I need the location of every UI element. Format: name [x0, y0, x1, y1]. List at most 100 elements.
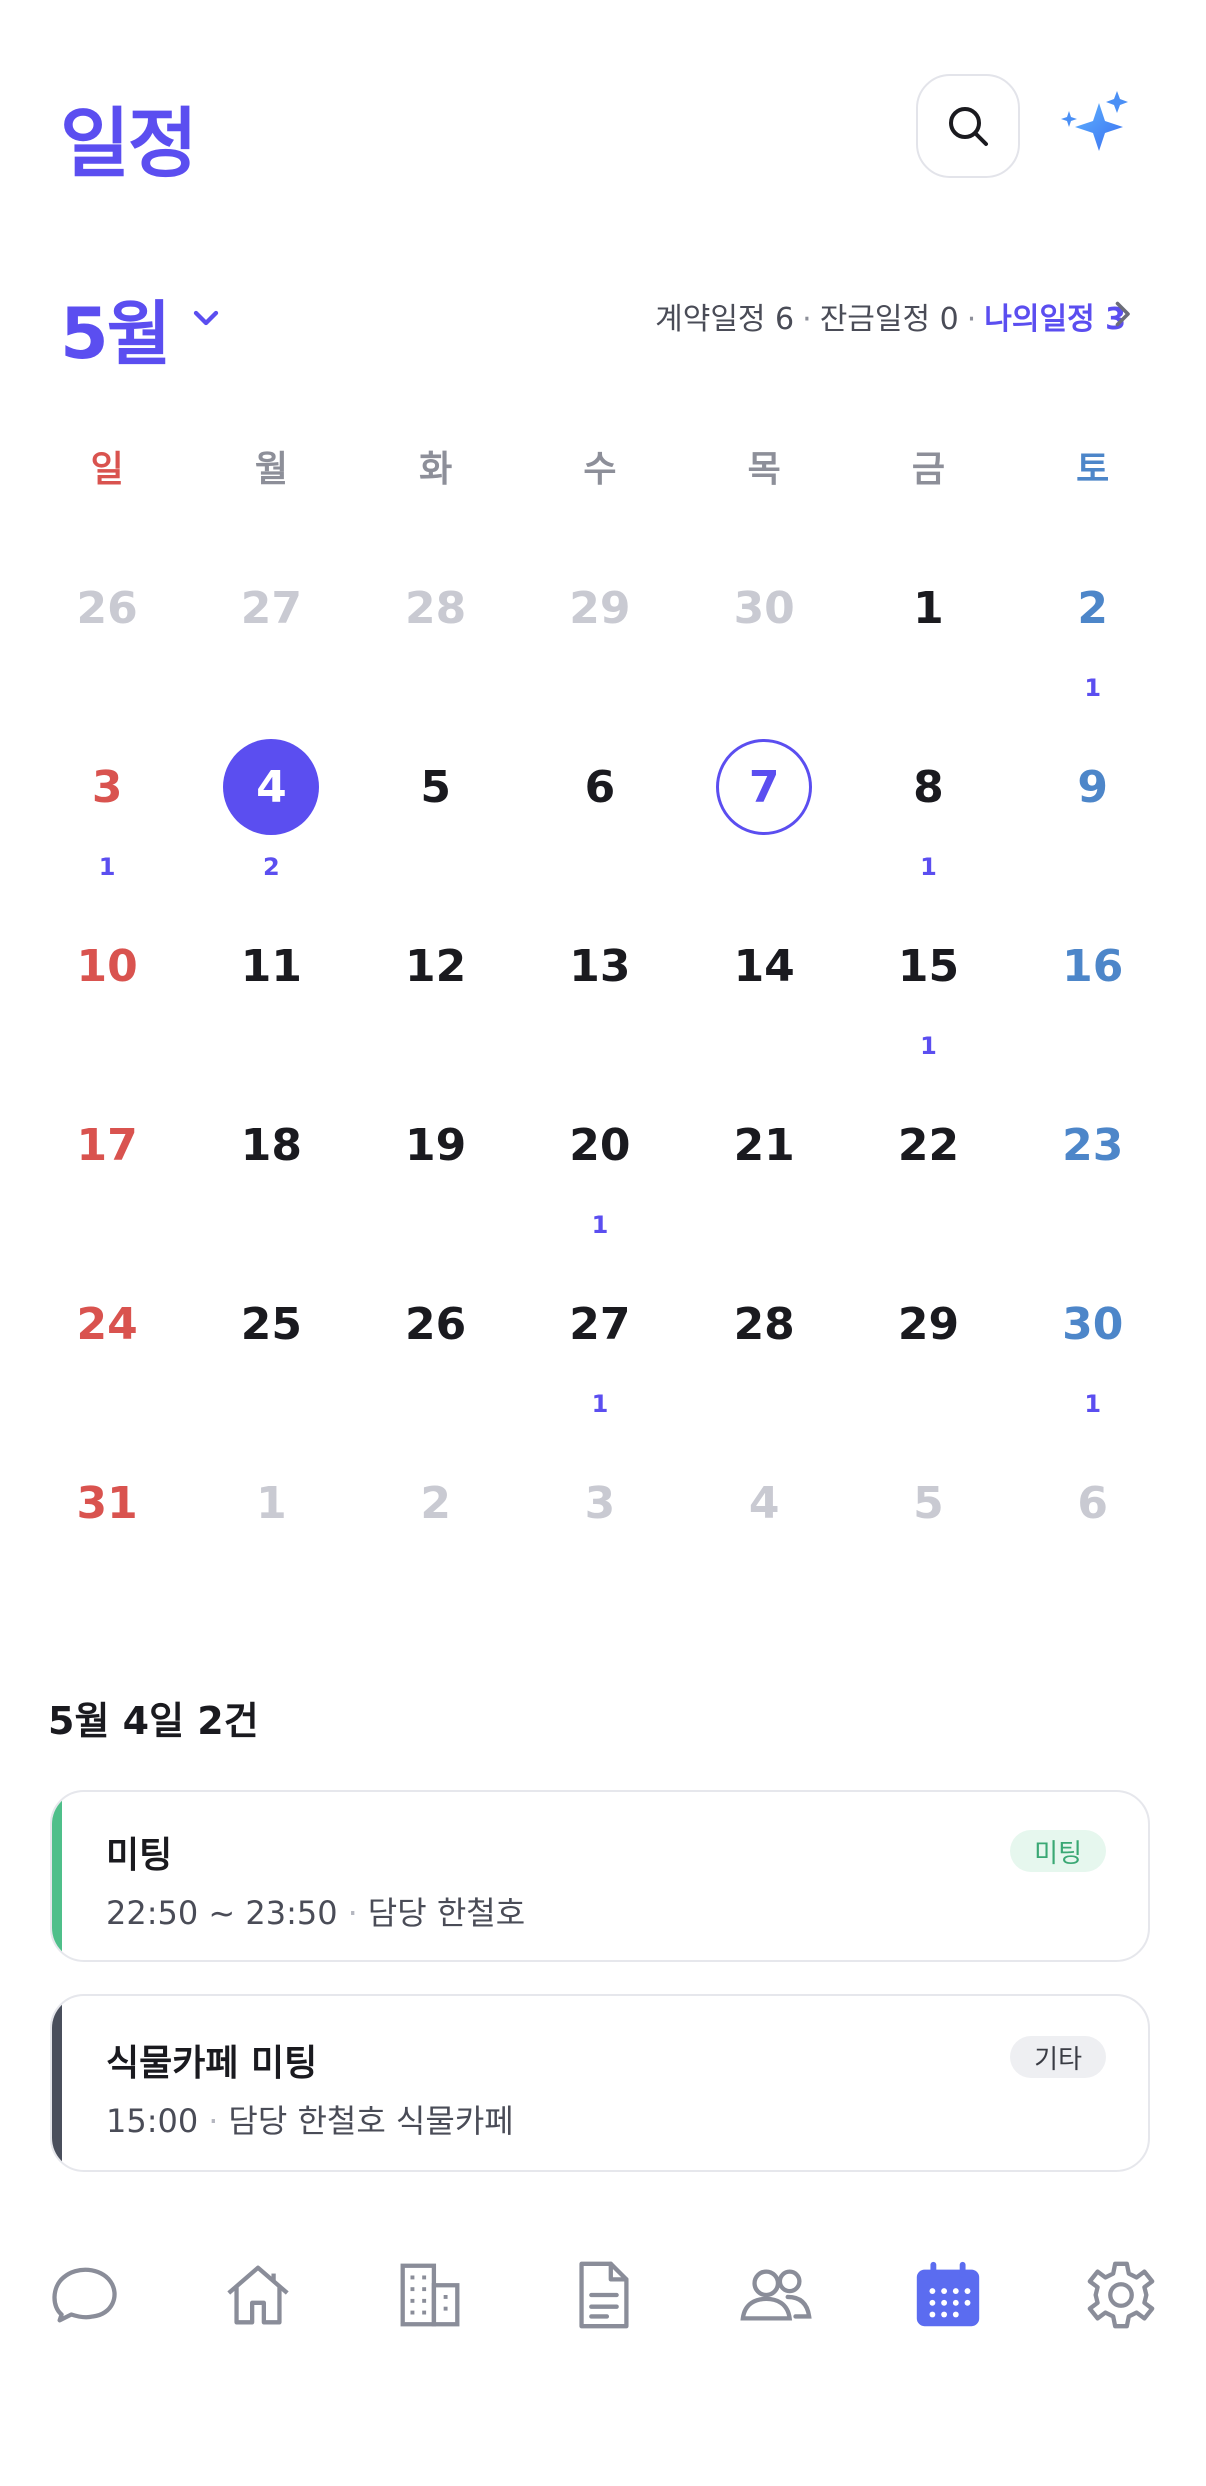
day-number: 16	[1062, 940, 1124, 992]
day-number: 21	[733, 1119, 795, 1171]
day-number: 19	[405, 1119, 467, 1171]
event-count: 1	[1084, 1390, 1102, 1418]
day-detail-title: 5월 4일 2건	[48, 1699, 259, 1743]
weekday-label: 월	[254, 449, 288, 490]
search-button[interactable]	[916, 74, 1020, 178]
event-time: 15:00	[106, 2102, 199, 2140]
calendar-day[interactable]: 13	[518, 918, 682, 1097]
day-number: 4	[748, 1477, 780, 1529]
day-number: 22	[897, 1119, 960, 1171]
calendar-day[interactable]: 29	[846, 1276, 1010, 1455]
event-meta: 22:50 ~ 23:50 · 담당 한철호	[106, 1894, 526, 1932]
day-number: 13	[569, 940, 631, 992]
day-number: 1	[913, 582, 944, 634]
chevron-down-icon[interactable]	[186, 298, 226, 338]
calendar-day[interactable]: 16	[1011, 918, 1175, 1097]
calendar-day[interactable]: 27	[189, 560, 353, 739]
tab-home[interactable]	[213, 2250, 303, 2340]
tab-settings[interactable]	[1076, 2250, 1166, 2340]
event-count: 2	[263, 853, 280, 881]
calendar-day[interactable]: 28	[682, 1276, 846, 1455]
calendar-day[interactable]: 24	[25, 1276, 189, 1455]
day-number: 24	[76, 1298, 138, 1350]
day-number: 23	[1062, 1119, 1124, 1171]
calendar-day[interactable]: 19	[354, 1097, 518, 1276]
calendar-day[interactable]: 6	[518, 739, 682, 918]
day-number: 31	[76, 1477, 138, 1529]
tab-building[interactable]	[385, 2250, 475, 2340]
day-number: 27	[240, 582, 302, 634]
event-card[interactable]: 미팅 22:50 ~ 23:50 · 담당 한철호 미팅	[50, 1790, 1150, 1962]
calendar-day[interactable]: 31	[25, 739, 189, 918]
event-count: 1	[1084, 674, 1102, 702]
tab-chat[interactable]	[40, 2250, 130, 2340]
calendar-day[interactable]: 7	[682, 739, 846, 918]
event-count: 1	[591, 1211, 609, 1239]
calendar-day[interactable]: 1	[189, 1455, 353, 1634]
calendar-day[interactable]: 26	[354, 1276, 518, 1455]
sparkle-icon	[1061, 91, 1128, 151]
calendar-day[interactable]: 25	[189, 1276, 353, 1455]
month-selector[interactable]: 5월	[60, 278, 171, 379]
balance-count: 잔금일정 0	[819, 302, 959, 337]
calendar-day[interactable]: 18	[189, 1097, 353, 1276]
event-tag: 미팅	[1010, 1830, 1106, 1872]
chevron-right-icon[interactable]	[1104, 296, 1140, 332]
calendar-day[interactable]: 27 1	[518, 1276, 682, 1455]
chat-icon	[52, 2267, 117, 2323]
calendar-week: 26 27 28 29 30 1 2 1	[25, 560, 1175, 739]
schedule-summary[interactable]: 계약일정 6 · 잔금일정 0 · 나의일정 3	[655, 294, 1126, 338]
calendar-day[interactable]: 14	[682, 918, 846, 1097]
event-card[interactable]: 식물카페 미팅 15:00 · 담당 한철호 식물카페 기타	[50, 1994, 1150, 2172]
event-title: 미팅	[106, 1835, 173, 1876]
calendar-grid: 26 27 28 29 30 1 2 1 3 1 4 2 5 6 7 8 1 9 10 11 12 13 14 15 1 16 17…	[25, 560, 1175, 1634]
people-icon	[740, 2269, 812, 2321]
calendar-day[interactable]: 81	[846, 739, 1010, 918]
weekday-label: 일	[90, 449, 124, 490]
calendar-day[interactable]: 10	[25, 918, 189, 1097]
calendar-day[interactable]: 22	[846, 1097, 1010, 1276]
calendar-day[interactable]: 1	[846, 560, 1010, 739]
calendar-day[interactable]: 5	[846, 1455, 1010, 1634]
calendar-day[interactable]: 9	[1011, 739, 1175, 918]
calendar-day[interactable]: 6	[1011, 1455, 1175, 1634]
event-owner: 담당 한철호	[367, 1894, 526, 1932]
calendar-day[interactable]: 28	[354, 560, 518, 739]
weekday-header: 일 월 화 수 목 금 토	[25, 440, 1175, 500]
calendar-day[interactable]: 17	[25, 1097, 189, 1276]
day-number: 14	[733, 940, 795, 992]
calendar-day[interactable]: 31	[25, 1455, 189, 1634]
calendar-day[interactable]: 20 1	[518, 1097, 682, 1276]
day-number: 20	[569, 1119, 631, 1171]
calendar-day[interactable]: 4	[682, 1455, 846, 1634]
calendar-day[interactable]: 2	[354, 1455, 518, 1634]
tab-document[interactable]	[558, 2250, 648, 2340]
calendar-day[interactable]: 21	[1011, 560, 1175, 739]
calendar-day[interactable]: 42	[189, 739, 353, 918]
day-number: 12	[405, 940, 467, 992]
calendar-day[interactable]: 30 1	[1011, 1276, 1175, 1455]
event-tag: 기타	[1010, 2036, 1106, 2078]
calendar-day[interactable]: 21	[682, 1097, 846, 1276]
day-number: 7	[716, 739, 813, 835]
calendar-day[interactable]: 26	[25, 560, 189, 739]
calendar-day[interactable]: 3	[518, 1455, 682, 1634]
calendar-week: 24 25 26 27 1 28 29 30 1	[25, 1276, 1175, 1455]
tab-people[interactable]	[731, 2250, 821, 2340]
document-icon	[579, 2261, 629, 2329]
calendar-day[interactable]: 30	[682, 560, 846, 739]
ai-sparkle-button[interactable]	[1050, 82, 1140, 172]
event-accent-bar	[52, 1996, 62, 2170]
tab-calendar[interactable]	[903, 2250, 993, 2340]
day-number: 27	[569, 1298, 631, 1350]
weekday-label: 수	[583, 449, 617, 490]
calendar-day[interactable]: 29	[518, 560, 682, 739]
event-count: 1	[920, 853, 937, 881]
calendar-day[interactable]: 15 1	[846, 918, 1010, 1097]
calendar-day[interactable]: 5	[354, 739, 518, 918]
home-icon	[227, 2265, 289, 2325]
weekday-label: 토	[1076, 449, 1110, 490]
calendar-day[interactable]: 11	[189, 918, 353, 1097]
calendar-day[interactable]: 23	[1011, 1097, 1175, 1276]
calendar-day[interactable]: 12	[354, 918, 518, 1097]
